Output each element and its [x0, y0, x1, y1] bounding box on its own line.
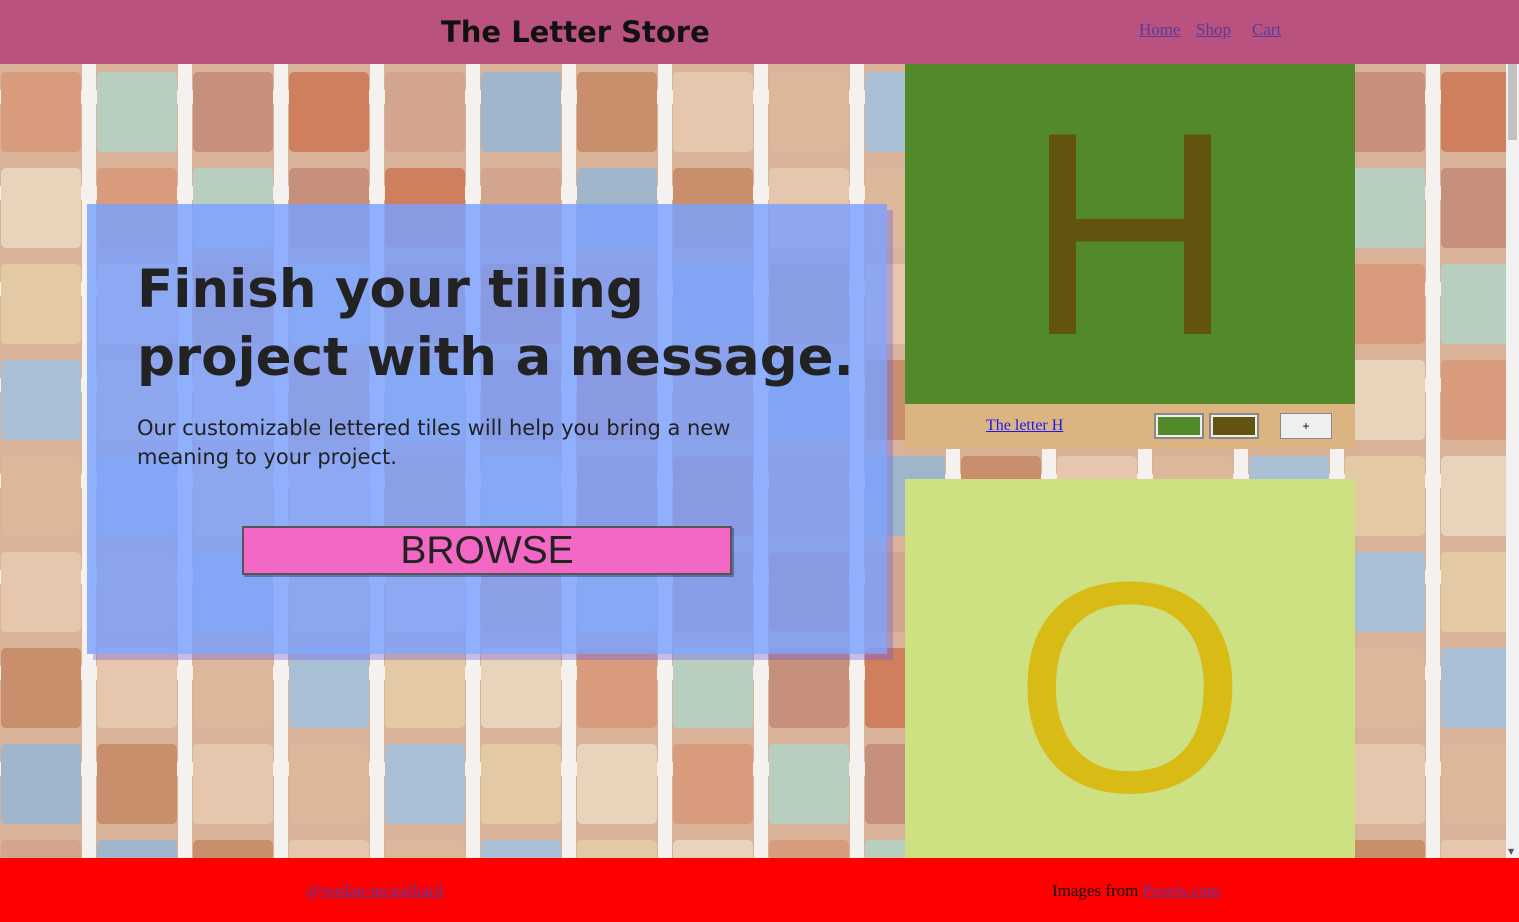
decorative-tile	[193, 648, 273, 728]
decorative-tile	[1441, 168, 1506, 248]
scroll-down-arrow-icon[interactable]: ▼	[1508, 847, 1514, 856]
decorative-tile	[385, 744, 465, 824]
scrollbar[interactable]: ▼	[1506, 64, 1519, 858]
pexels-link[interactable]: Pexels.com	[1143, 881, 1221, 900]
decorative-tile	[385, 840, 465, 858]
decorative-tile	[1, 648, 81, 728]
decorative-tile	[385, 72, 465, 152]
letter-tile-o[interactable]: O	[905, 479, 1355, 858]
decorative-tile	[1441, 840, 1506, 858]
decorative-tile	[769, 744, 849, 824]
decorative-tile	[1345, 744, 1425, 824]
decorative-tile	[673, 648, 753, 728]
decorative-tile	[673, 840, 753, 858]
decorative-tile	[97, 840, 177, 858]
decorative-tile	[289, 648, 369, 728]
decorative-tile	[1345, 72, 1425, 152]
decorative-tile	[1345, 264, 1425, 344]
decorative-tile	[1, 456, 81, 536]
site-header: The Letter Store Home Shop Cart	[0, 0, 1519, 64]
decorative-tile	[577, 744, 657, 824]
decorative-tile	[1345, 648, 1425, 728]
decorative-tile	[481, 648, 561, 728]
decorative-tile	[577, 840, 657, 858]
images-credit: Images from Pexels.com	[1052, 881, 1221, 901]
add-to-cart-button[interactable]: +	[1280, 413, 1332, 439]
decorative-tile	[1441, 552, 1506, 632]
tile-letter: O	[1013, 519, 1247, 855]
decorative-tile	[769, 840, 849, 858]
decorative-tile	[673, 744, 753, 824]
decorative-tile	[1, 168, 81, 248]
site-footer: @jordan-mcgalliard Images from Pexels.co…	[0, 858, 1519, 922]
decorative-tile	[385, 648, 465, 728]
product-link[interactable]: The letter H	[986, 417, 1063, 435]
decorative-tile	[1441, 360, 1506, 440]
author-credit-link[interactable]: @jordan-mcgalliard	[306, 881, 443, 901]
decorative-tile	[1441, 744, 1506, 824]
product-card-o: O	[905, 479, 1355, 858]
decorative-tile	[193, 72, 273, 152]
decorative-tile	[1441, 264, 1506, 344]
decorative-tile	[1345, 840, 1425, 858]
hero-headline: Finish your tiling project with a messag…	[137, 259, 854, 388]
decorative-tile	[1345, 456, 1425, 536]
decorative-tile	[673, 72, 753, 152]
decorative-tile	[97, 648, 177, 728]
browse-button[interactable]: BROWSE	[242, 526, 732, 575]
nav-shop-link[interactable]: Shop	[1196, 20, 1231, 40]
decorative-tile	[1345, 360, 1425, 440]
nav-cart-link[interactable]: Cart	[1252, 20, 1281, 40]
nav-home-link[interactable]: Home	[1139, 20, 1181, 40]
decorative-tile	[577, 648, 657, 728]
decorative-tile	[481, 72, 561, 152]
decorative-tile	[97, 744, 177, 824]
tile-color-swatch[interactable]	[1154, 413, 1204, 439]
decorative-tile	[289, 72, 369, 152]
letter-tile-h[interactable]: H	[905, 64, 1355, 404]
decorative-tile	[289, 744, 369, 824]
decorative-tile	[769, 72, 849, 152]
product-bar: The letter H +	[905, 404, 1355, 449]
decorative-tile	[1, 72, 81, 152]
tile-letter: H	[1025, 72, 1235, 396]
product-card-h: H The letter H +	[905, 64, 1355, 449]
hero-card: Finish your tiling project with a messag…	[87, 204, 887, 654]
decorative-tile	[97, 72, 177, 152]
decorative-tile	[481, 744, 561, 824]
decorative-tile	[1345, 552, 1425, 632]
scrollbar-thumb[interactable]	[1508, 64, 1517, 140]
decorative-tile	[1, 744, 81, 824]
site-title: The Letter Store	[441, 15, 710, 49]
decorative-tile	[1, 552, 81, 632]
decorative-tile	[481, 840, 561, 858]
decorative-tile	[289, 840, 369, 858]
decorative-tile	[1, 840, 81, 858]
hero-subtext: Our customizable lettered tiles will hel…	[137, 416, 731, 469]
decorative-tile	[1, 360, 81, 440]
decorative-tile	[1441, 456, 1506, 536]
decorative-tile	[577, 72, 657, 152]
decorative-tile	[193, 744, 273, 824]
decorative-tile	[1441, 648, 1506, 728]
decorative-tile	[1441, 72, 1506, 152]
decorative-tile	[769, 648, 849, 728]
images-credit-prefix: Images from	[1052, 881, 1139, 900]
decorative-tile	[193, 840, 273, 858]
decorative-tile	[1, 264, 81, 344]
decorative-tile	[1345, 168, 1425, 248]
letter-color-swatch[interactable]	[1209, 413, 1259, 439]
